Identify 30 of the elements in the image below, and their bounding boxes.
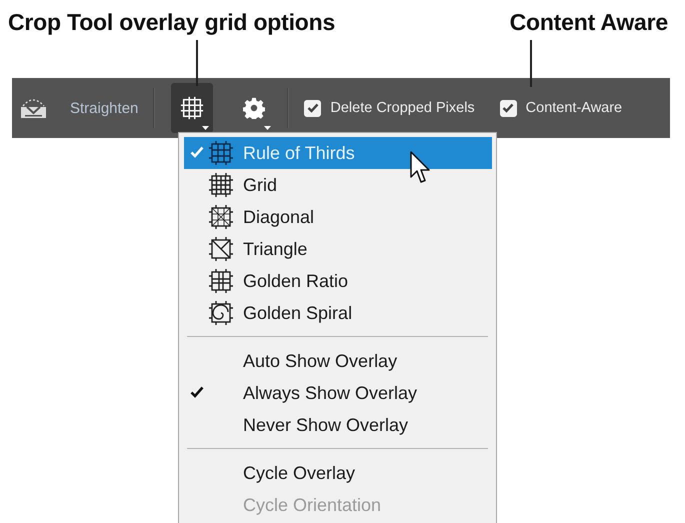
settings-icon	[243, 97, 266, 119]
option-label[interactable]: Content-Aware	[526, 100, 622, 116]
menu-item[interactable]: Golden Ratio	[184, 265, 492, 297]
menu-item[interactable]: Triangle	[184, 233, 492, 265]
leader-line	[196, 40, 198, 86]
caret-icon	[264, 126, 272, 130]
diagonal-grid-icon	[208, 204, 234, 230]
leader-line	[530, 40, 532, 87]
menu-item[interactable]: Always Show Overlay	[184, 377, 492, 409]
triangle-grid-icon	[208, 236, 234, 262]
checkbox[interactable]	[500, 100, 517, 116]
checkbox[interactable]	[304, 100, 322, 116]
menu-item[interactable]: Diagonal	[184, 201, 492, 233]
grid-icon	[180, 96, 204, 120]
cursor-icon	[410, 151, 432, 185]
overlay-grid-button[interactable]	[171, 83, 214, 133]
golden-ratio-grid-icon	[208, 268, 234, 294]
callout-label: Crop Tool overlay grid options	[8, 8, 336, 37]
straighten-button[interactable]: Straighten	[70, 100, 138, 116]
spiral-icon	[208, 300, 234, 326]
caret-icon	[202, 126, 210, 130]
callout-label: Content Aware	[510, 8, 668, 37]
option-label[interactable]: Delete Cropped Pixels	[330, 100, 475, 116]
menu-item[interactable]: Never Show Overlay	[184, 409, 492, 441]
menu-item[interactable]: Golden Spiral	[184, 297, 492, 329]
thirds-grid-icon	[208, 140, 234, 166]
grid-icon	[208, 172, 234, 198]
menu-item[interactable]: Cycle Overlay	[184, 457, 492, 489]
menu-item[interactable]: Grid	[184, 169, 492, 201]
menu-item[interactable]: Auto Show Overlay	[184, 345, 492, 377]
